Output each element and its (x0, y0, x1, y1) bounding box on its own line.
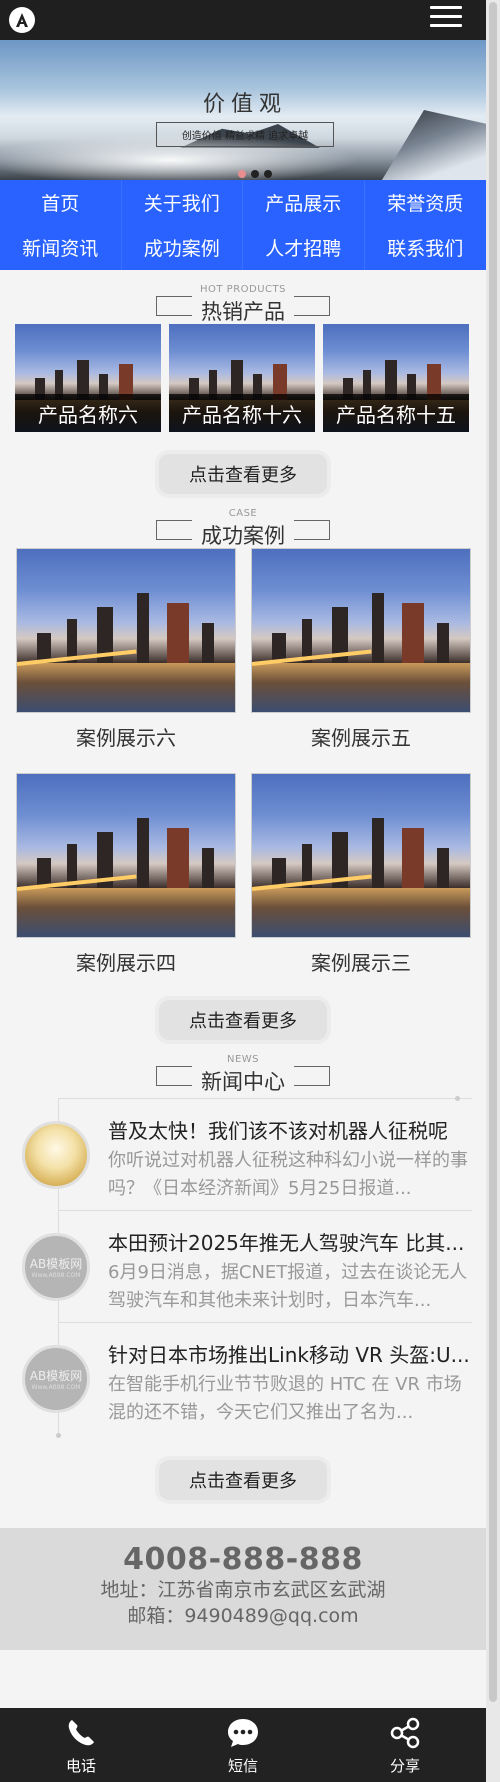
section-title-cn: 新闻中心 (201, 1070, 285, 1094)
case-name: 案例展示四 (76, 950, 176, 975)
phone-icon (68, 1719, 94, 1745)
share-icon (390, 1717, 420, 1748)
news-summary: 6月9日消息，据CNET报道，过去在谈论无人驾驶汽车和其他未来计划时，日本汽车.… (108, 1262, 468, 1311)
case-list: 案例展示六 案例展示五 案例展示四 案例展示三 (0, 548, 486, 998)
nav-item-home[interactable]: 首页 (0, 180, 122, 225)
contact-address: 地址：江苏省南京市玄武区玄武湖 (100, 1579, 386, 1601)
news-summary: 在智能手机行业节节败退的 HTC 在 VR 市场混的还不错，今天它们又推出了名为… (108, 1374, 462, 1423)
logo-a-icon[interactable] (9, 7, 35, 33)
case-image (251, 773, 471, 938)
message-icon (228, 1718, 258, 1747)
case-image (251, 548, 471, 713)
news-title[interactable]: 普及太快！我们该不该对机器人征税呢 (108, 1115, 472, 1144)
cases-more-button[interactable]: 点击查看更多 (159, 1000, 327, 1040)
news-list: 普及太快！我们该不该对机器人征税呢 你听说过对机器人征税这种科幻小说一样的事吗？… (0, 1096, 486, 1438)
thumbnail-text: AB模板网 (29, 1257, 83, 1271)
banner-carousel[interactable]: 价值观 创造价值 精益求精 追求卓越 (0, 40, 486, 180)
cases-section-title: CASE 成功案例 (0, 494, 486, 548)
news-item[interactable]: 普及太快！我们该不该对机器人征税呢 你听说过对机器人征税这种科幻小说一样的事吗？… (22, 1096, 472, 1210)
nav-item-about[interactable]: 关于我们 (122, 180, 243, 225)
contact-email: 邮箱：9490489@qq.com (127, 1605, 359, 1627)
carousel-dot[interactable] (251, 170, 259, 178)
products-more-button[interactable]: 点击查看更多 (159, 454, 327, 494)
banner-headline: 价值观 (202, 92, 287, 117)
news-title[interactable]: 针对日本市场推出Link移动 VR 头盔:U... (108, 1339, 472, 1368)
case-card[interactable]: 案例展示四 (16, 773, 236, 998)
nav-item-products[interactable]: 产品展示 (243, 180, 365, 225)
nav-item-contact[interactable]: 联系我们 (365, 225, 487, 270)
section-title-en: HOT PRODUCTS (200, 284, 286, 295)
case-name: 案例展示五 (311, 725, 411, 750)
footer-label: 短信 (227, 1756, 258, 1775)
footer-message-button[interactable]: 短信 (162, 1708, 324, 1782)
product-card[interactable]: 产品名称十六 (169, 324, 315, 432)
case-name: 案例展示三 (311, 950, 411, 975)
case-card[interactable]: 案例展示三 (251, 773, 471, 998)
product-name: 产品名称六 (15, 394, 161, 432)
news-item[interactable]: AB模板网 Www.AB98.COM 本田预计2025年推无人驾驶汽车 比其..… (22, 1210, 472, 1322)
thumbnail-subtext: Www.AB98.COM (31, 1272, 81, 1279)
section-title-en: NEWS (226, 1054, 260, 1065)
case-image (16, 548, 236, 713)
news-thumbnail: AB模板网 Www.AB98.COM (22, 1345, 90, 1413)
section-title-cn: 热销产品 (201, 300, 285, 324)
top-bar (0, 0, 486, 40)
case-card[interactable]: 案例展示五 (251, 548, 471, 773)
thumbnail-subtext: Www.AB98.COM (31, 1384, 81, 1391)
product-list: 产品名称六 产品名称十六 产品名称十五 (0, 324, 486, 432)
product-name: 产品名称十五 (323, 394, 469, 432)
product-card[interactable]: 产品名称十五 (323, 324, 469, 432)
page-scrollbar[interactable] (486, 0, 500, 1782)
carousel-dot[interactable] (264, 170, 272, 178)
news-title[interactable]: 本田预计2025年推无人驾驶汽车 比其... (108, 1227, 472, 1256)
section-title-en: CASE (228, 508, 258, 519)
news-thumbnail (22, 1121, 90, 1189)
hamburger-menu-icon[interactable] (430, 6, 462, 32)
thumbnail-text: AB模板网 (29, 1369, 83, 1383)
product-name: 产品名称十六 (169, 394, 315, 432)
news-item[interactable]: AB模板网 Www.AB98.COM 针对日本市场推出Link移动 VR 头盔:… (22, 1322, 472, 1434)
footer-label: 分享 (389, 1756, 420, 1775)
footer-label: 电话 (65, 1756, 96, 1775)
news-thumbnail: AB模板网 Www.AB98.COM (22, 1233, 90, 1301)
footer-share-button[interactable]: 分享 (324, 1708, 486, 1782)
nav-item-jobs[interactable]: 人才招聘 (243, 225, 365, 270)
nav-item-cases[interactable]: 成功案例 (122, 225, 243, 270)
product-card[interactable]: 产品名称六 (15, 324, 161, 432)
contact-phone[interactable]: 4008-888-888 (0, 1542, 486, 1577)
section-title-cn: 成功案例 (201, 524, 285, 548)
banner-subtitle: 创造价值 精益求精 追求卓越 (156, 122, 334, 147)
case-image (16, 773, 236, 938)
carousel-dot[interactable] (238, 170, 246, 178)
products-section-title: HOT PRODUCTS 热销产品 (0, 270, 486, 324)
news-section-title: NEWS 新闻中心 (0, 1040, 486, 1094)
page: 价值观 创造价值 精益求精 追求卓越 首页 关于我们 产品展示 荣誉资质 新闻资… (0, 0, 486, 1782)
nav-item-honors[interactable]: 荣誉资质 (365, 180, 487, 225)
carousel-dots[interactable] (238, 163, 277, 180)
news-summary: 你听说过对机器人征税这种科幻小说一样的事吗？《日本经济新闻》5月25日报道... (108, 1150, 468, 1199)
case-name: 案例展示六 (76, 725, 176, 750)
contact-block: 4008-888-888 地址：江苏省南京市玄武区玄武湖 邮箱：9490489@… (0, 1528, 486, 1650)
main-nav: 首页 关于我们 产品展示 荣誉资质 新闻资讯 成功案例 人才招聘 联系我们 (0, 180, 486, 270)
bottom-toolbar: 电话 短信 分享 (0, 1708, 486, 1782)
scrollbar-thumb[interactable] (489, 2, 497, 1702)
banner-slogan: 价值观 创造价值 精益求精 追求卓越 (156, 86, 334, 160)
nav-item-news[interactable]: 新闻资讯 (0, 225, 122, 270)
case-card[interactable]: 案例展示六 (16, 548, 236, 773)
footer-phone-button[interactable]: 电话 (0, 1708, 162, 1782)
news-more-button[interactable]: 点击查看更多 (159, 1460, 327, 1500)
